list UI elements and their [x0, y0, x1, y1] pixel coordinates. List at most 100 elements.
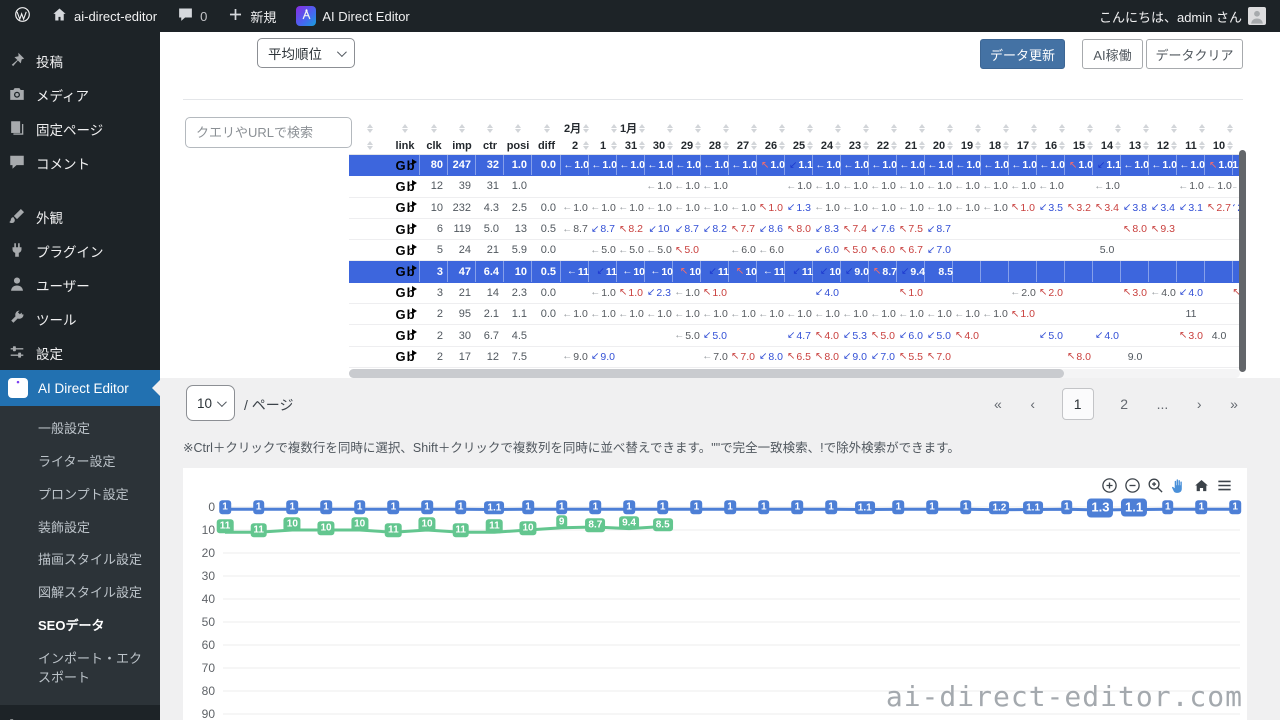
- column-sort-clk[interactable]: [420, 119, 448, 137]
- data-update-button[interactable]: データ更新: [980, 39, 1065, 69]
- date-column-header[interactable]: 19: [953, 137, 981, 154]
- month-header-cell[interactable]: [645, 119, 673, 137]
- month-header-cell[interactable]: [897, 119, 925, 137]
- sidebar-item-2[interactable]: 固定ページ: [0, 112, 160, 146]
- table-row[interactable]: Gb 3 47 6.4 10 0.5 ← 11 ↙ 11 ← 10 ← 10 ↖ 10 ↙ 11 ↖ 10 ← 11 ↙ 11…: [349, 261, 1241, 283]
- table-row[interactable]: Gb 3 21 14 2.3 0.0 ← 1.0 ↖ 1.0 ↙ 2.3 ← 1.0 ↖ 1.0 ↙ 4.0 ↖ 1.…: [349, 283, 1241, 305]
- month-header-cell[interactable]: [1205, 119, 1233, 137]
- month-header-cell[interactable]: [1177, 119, 1205, 137]
- date-column-header[interactable]: 21: [897, 137, 925, 154]
- sidebar-item-5[interactable]: プラグイン: [0, 234, 160, 268]
- ai-run-button[interactable]: AI稼働: [1082, 39, 1143, 69]
- page-button-1[interactable]: 1: [1061, 388, 1094, 420]
- link-cell[interactable]: Gb: [390, 349, 420, 364]
- column-header-imp[interactable]: imp: [448, 137, 476, 154]
- month-header-cell[interactable]: [729, 119, 757, 137]
- link-cell[interactable]: Gb: [390, 261, 420, 281]
- submenu-item-7[interactable]: インポート・エクスポート: [0, 643, 160, 695]
- submenu-item-3[interactable]: 装飾設定: [0, 512, 160, 545]
- table-row[interactable]: Gb 2 95 2.1 1.1 0.0 ← 1.0 ← 1.0 ← 1.0 ← 1.0 ← 1.0 ← 1.0 ← 1…: [349, 304, 1241, 326]
- date-column-header[interactable]: 11: [1177, 137, 1205, 154]
- date-column-header[interactable]: 27: [729, 137, 757, 154]
- column-header-diff[interactable]: diff: [532, 137, 561, 154]
- page-button-›[interactable]: ›: [1195, 396, 1204, 412]
- link-cell[interactable]: Gb: [390, 328, 420, 343]
- month-header-cell[interactable]: 1月: [617, 119, 645, 137]
- sidebar-item-1[interactable]: メディア: [0, 78, 160, 112]
- submenu-item-6[interactable]: SEOデータ: [0, 610, 160, 643]
- table-row[interactable]: Gb 6 119 5.0 13 0.5 ← 8.7 ↙ 8.7 ↖ 8.2 ↙ 10 ↙ 8.7 ↙ 8.2 ↖ 7.…: [349, 219, 1241, 241]
- date-column-header[interactable]: 15: [1065, 137, 1093, 154]
- date-column-header[interactable]: 16: [1037, 137, 1065, 154]
- table-row[interactable]: Gb 5 24 21 5.9 0.0 ← 5.0 ← 5.0 ← 5.0 ↖ 5.0 ← 6.0 ← 6.0 ↙ 6.…: [349, 240, 1241, 262]
- sidebar-item-ai-direct-editor[interactable]: AI Direct Editor: [0, 370, 160, 406]
- month-header-cell[interactable]: [981, 119, 1009, 137]
- column-header-ctr[interactable]: ctr: [476, 137, 504, 154]
- table-row[interactable]: Gb 12 39 31 1.0 ← 1.0 ← 1.0 ← 1.0 ← 1.0 ← 1.0 ← 1.0 ← 1.0 ←…: [349, 176, 1241, 198]
- date-column-header[interactable]: 22: [869, 137, 897, 154]
- table-row[interactable]: Gb 80 247 32 1.0 0.0 ← 1.0 ← 1.0 ← 1.0 ← 1.0 ← 1.0 ← 1.0 ←…: [349, 155, 1241, 177]
- date-column-header[interactable]: 29: [673, 137, 701, 154]
- admin-bar-comments[interactable]: 0: [177, 6, 207, 26]
- date-column-header[interactable]: 26: [757, 137, 785, 154]
- date-column-header[interactable]: 2: [561, 137, 589, 154]
- date-column-header[interactable]: 18: [981, 137, 1009, 154]
- table-row[interactable]: Gb 2 17 12 7.5 ← 9.0 ↙ 9.0 ← 7.0 ↖ 7.0 ↙ 8.0 ↖ 6.5 ↖ 8.0 ↙ 9…: [349, 347, 1241, 368]
- month-header-cell[interactable]: [1009, 119, 1037, 137]
- date-column-header[interactable]: 25: [785, 137, 813, 154]
- sidebar-item-7[interactable]: ツール: [0, 302, 160, 336]
- date-column-header[interactable]: 31: [617, 137, 645, 154]
- table-row[interactable]: Gb 2 30 6.7 4.5 ← 5.0 ↙ 5.0 ↙ 4.7 ↖ 4.0 ↙ 5.3 ↖ 5.0 ↙ 6.0 ↙…: [349, 325, 1241, 347]
- month-header-cell[interactable]: [869, 119, 897, 137]
- link-cell[interactable]: Gb: [390, 307, 420, 322]
- sidebar-item-8[interactable]: 設定: [0, 336, 160, 370]
- submenu-item-0[interactable]: 一般設定: [0, 413, 160, 446]
- chart-zoom-in-icon[interactable]: [1101, 477, 1118, 494]
- link-cell[interactable]: Gb: [390, 222, 420, 237]
- wordpress-logo-icon[interactable]: [14, 6, 31, 26]
- month-header-cell[interactable]: [757, 119, 785, 137]
- month-header-cell[interactable]: [841, 119, 869, 137]
- month-header-cell[interactable]: [673, 119, 701, 137]
- column-sort-link[interactable]: [390, 119, 420, 137]
- column-header-link[interactable]: link: [390, 137, 420, 154]
- month-header-cell[interactable]: [1149, 119, 1177, 137]
- sidebar-item-0[interactable]: 投稿: [0, 44, 160, 78]
- sidebar-item-4[interactable]: 外観: [0, 200, 160, 234]
- table-row[interactable]: Gb 10 232 4.3 2.5 0.0 ← 1.0 ← 1.0 ← 1.0 ← 1.0 ← 1.0 ← 1.0…: [349, 198, 1241, 219]
- month-header-cell[interactable]: [925, 119, 953, 137]
- submenu-item-4[interactable]: 描画スタイル設定: [0, 544, 160, 577]
- rank-chart-panel[interactable]: ai-direct-editor.com 0 10 20 30 40 50 60 70 80 90…: [183, 468, 1247, 720]
- per-page-select[interactable]: 10: [186, 385, 235, 421]
- date-column-header[interactable]: 1: [589, 137, 617, 154]
- horizontal-scrollbar-thumb[interactable]: [349, 369, 1064, 378]
- row-sort-header[interactable]: [349, 119, 390, 137]
- column-sort-posi[interactable]: [504, 119, 532, 137]
- date-column-header[interactable]: 10: [1205, 137, 1233, 154]
- column-header-posi[interactable]: posi: [504, 137, 532, 154]
- admin-bar-new[interactable]: 新規: [227, 6, 276, 26]
- column-header-clk[interactable]: clk: [420, 137, 448, 154]
- sidebar-item-3[interactable]: コメント: [0, 146, 160, 180]
- submenu-item-1[interactable]: ライター設定: [0, 446, 160, 479]
- chart-zoom-out-icon[interactable]: [1124, 477, 1141, 494]
- date-column-header[interactable]: 24: [813, 137, 841, 154]
- date-column-header[interactable]: 12: [1149, 137, 1177, 154]
- date-column-header[interactable]: 28: [701, 137, 729, 154]
- link-cell[interactable]: Gb: [390, 179, 420, 194]
- page-button-»[interactable]: »: [1228, 396, 1240, 412]
- page-button-‹[interactable]: ‹: [1028, 396, 1037, 412]
- column-sort-imp[interactable]: [448, 119, 476, 137]
- search-input[interactable]: [185, 117, 352, 148]
- month-header-cell[interactable]: [1121, 119, 1149, 137]
- data-clear-button[interactable]: データクリア: [1146, 39, 1243, 69]
- month-header-cell[interactable]: [589, 119, 617, 137]
- submenu-item-2[interactable]: プロンプト設定: [0, 479, 160, 512]
- link-cell[interactable]: Gb: [390, 285, 420, 300]
- admin-bar-account[interactable]: こんにちは、admin さん: [1099, 7, 1266, 26]
- link-cell[interactable]: Gb: [390, 200, 420, 215]
- admin-bar-app-menu[interactable]: AI Direct Editor: [296, 6, 410, 26]
- vertical-scrollbar[interactable]: [1239, 150, 1246, 372]
- sidebar-item-6[interactable]: ユーザー: [0, 268, 160, 302]
- type-select[interactable]: 平均順位: [257, 38, 355, 68]
